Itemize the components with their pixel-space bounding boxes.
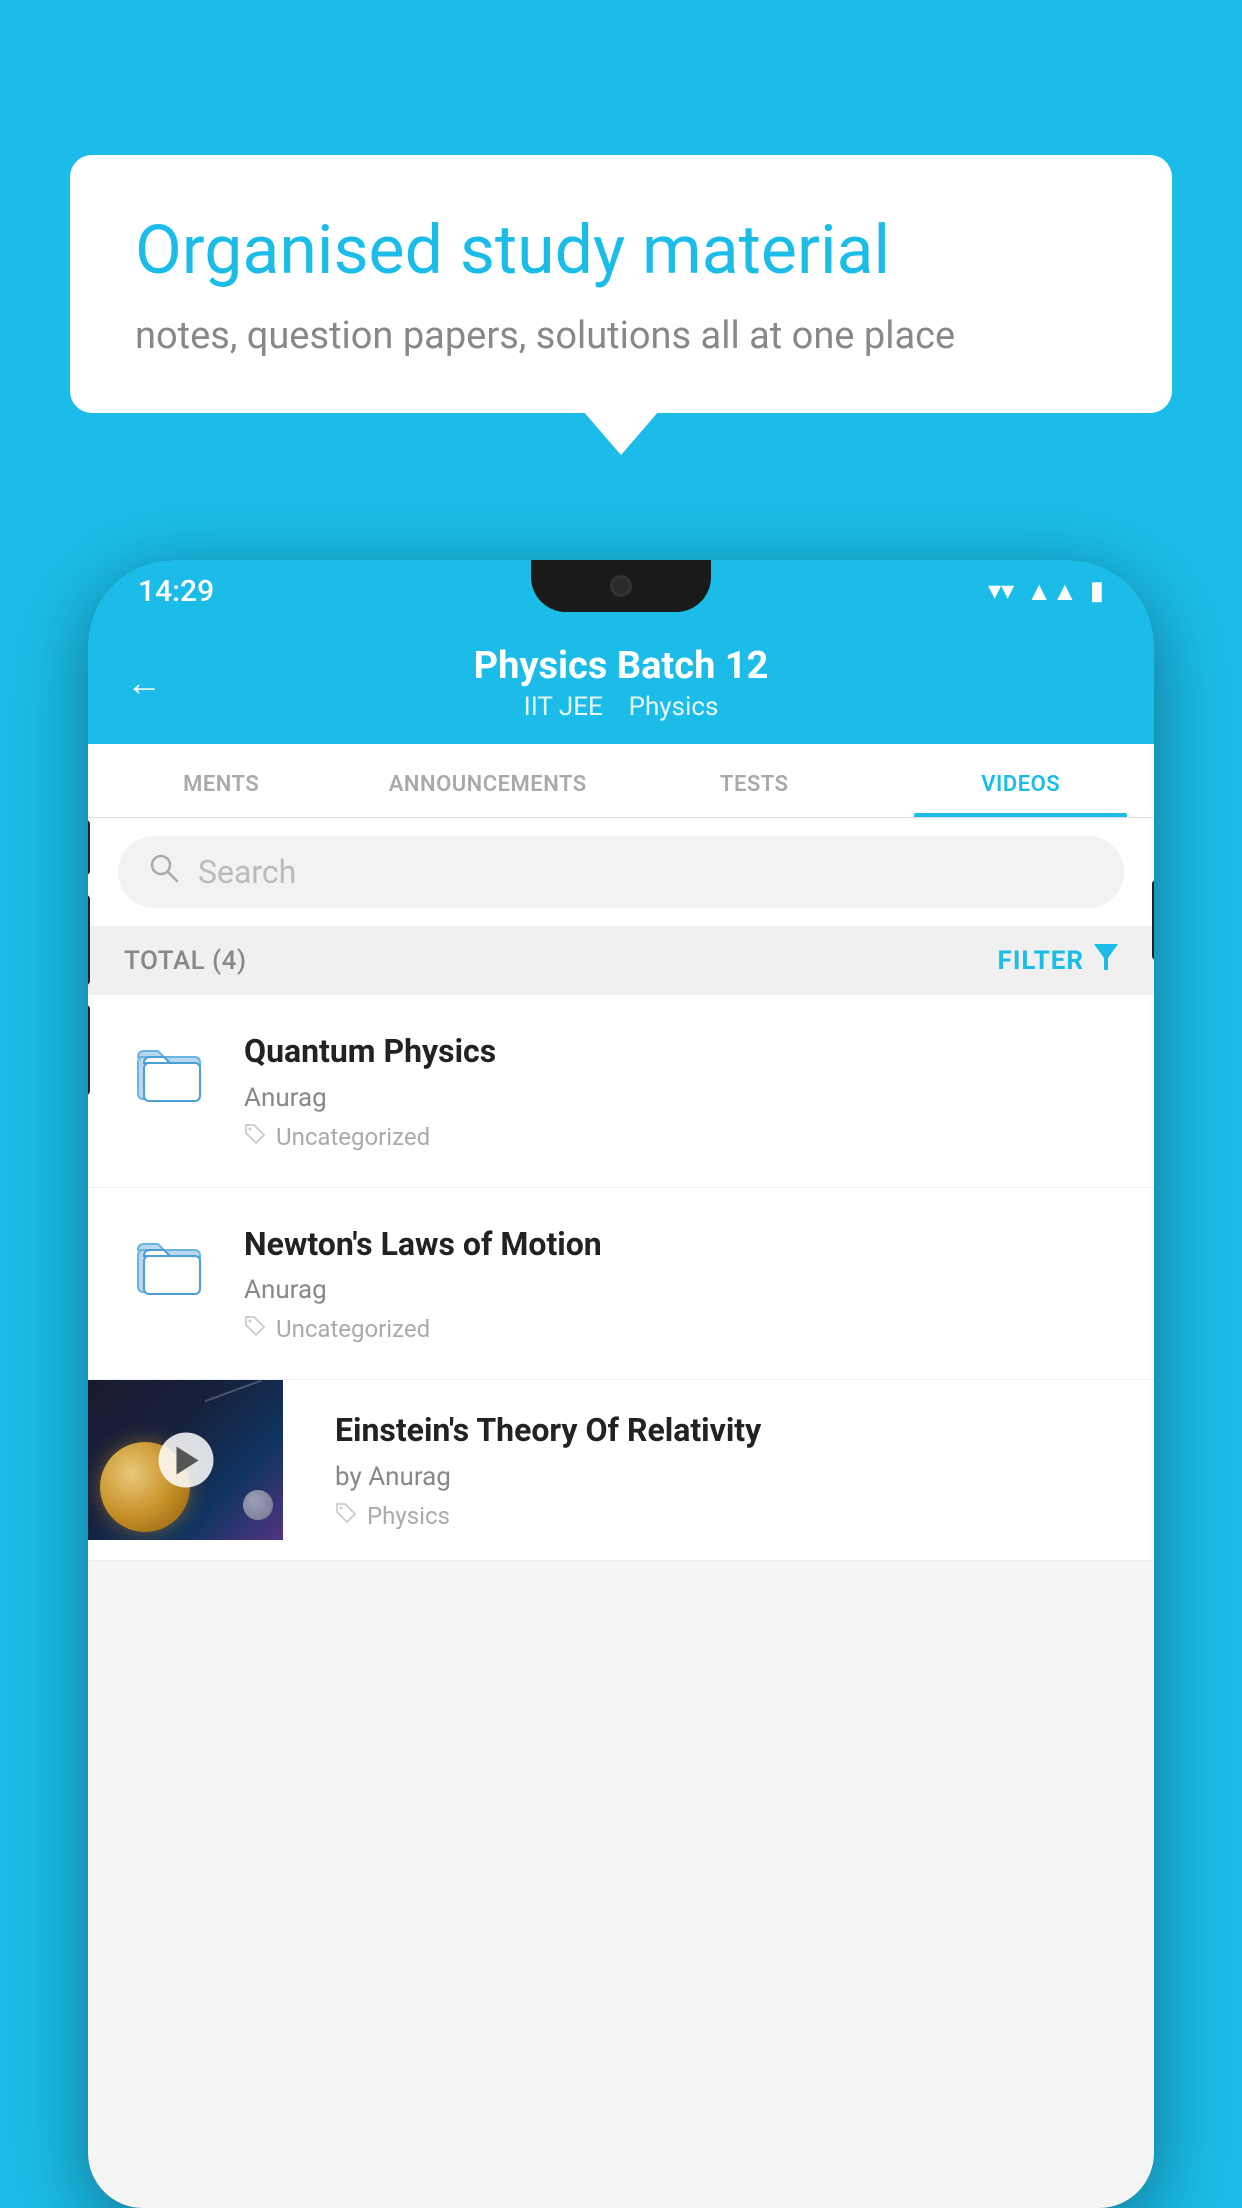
search-icon xyxy=(148,852,180,892)
thumb-background xyxy=(88,1380,283,1540)
folder-icon-wrap xyxy=(124,1031,214,1105)
play-triangle-icon xyxy=(177,1446,199,1474)
silent-button[interactable] xyxy=(88,1005,90,1095)
tab-tests[interactable]: TESTS xyxy=(621,744,888,817)
front-camera xyxy=(610,575,632,597)
video-info: Newton's Laws of Motion Anurag Uncategor… xyxy=(244,1224,1118,1344)
tag-icon xyxy=(244,1123,266,1151)
search-bar[interactable]: Search xyxy=(118,836,1124,908)
video-tag-text: Physics xyxy=(367,1502,450,1530)
video-tag: Uncategorized xyxy=(244,1123,1118,1151)
video-thumbnail xyxy=(88,1380,283,1540)
power-button[interactable] xyxy=(1152,880,1154,960)
tag-icon xyxy=(335,1502,357,1530)
video-info: Quantum Physics Anurag Uncategorized xyxy=(244,1031,1118,1151)
total-label: TOTAL (4) xyxy=(124,946,247,976)
tag-icon xyxy=(244,1315,266,1343)
video-info: Einstein's Theory Of Relativity by Anura… xyxy=(313,1380,1154,1560)
header-subtitle: IIT JEE Physics xyxy=(128,692,1114,722)
status-time: 14:29 xyxy=(138,574,214,609)
folder-icon-wrap xyxy=(124,1224,214,1298)
video-tag-text: Uncategorized xyxy=(276,1315,430,1343)
video-tag-text: Uncategorized xyxy=(276,1123,430,1151)
video-author: Anurag xyxy=(244,1275,1118,1305)
video-tag: Uncategorized xyxy=(244,1315,1118,1343)
bubble-subtitle: notes, question papers, solutions all at… xyxy=(135,314,1107,358)
video-tag: Physics xyxy=(335,1502,1134,1530)
video-author: by Anurag xyxy=(335,1462,1134,1492)
folder-icon xyxy=(134,1037,204,1105)
video-title: Quantum Physics xyxy=(244,1031,1118,1073)
header-tag-iitjee: IIT JEE xyxy=(524,692,603,722)
bubble-title: Organised study material xyxy=(135,210,1107,292)
search-placeholder: Search xyxy=(198,853,296,891)
header-tag-physics: Physics xyxy=(629,692,719,722)
wifi-icon: ▾▾ xyxy=(988,576,1014,606)
signal-icon: ▲▲ xyxy=(1026,576,1077,607)
tab-videos[interactable]: VIDEOS xyxy=(888,744,1155,817)
speech-bubble: Organised study material notes, question… xyxy=(70,155,1172,413)
video-author: Anurag xyxy=(244,1083,1118,1113)
list-item[interactable]: Newton's Laws of Motion Anurag Uncategor… xyxy=(88,1188,1154,1381)
filter-funnel-icon xyxy=(1094,944,1118,977)
volume-down-button[interactable] xyxy=(88,895,90,985)
filter-button[interactable]: FILTER xyxy=(998,944,1118,977)
app-header: ← Physics Batch 12 IIT JEE Physics xyxy=(88,622,1154,744)
filter-bar: TOTAL (4) FILTER xyxy=(88,926,1154,995)
header-title: Physics Batch 12 xyxy=(128,644,1114,688)
battery-icon: ▮ xyxy=(1090,576,1104,606)
tab-ments[interactable]: MENTS xyxy=(88,744,355,817)
back-button[interactable]: ← xyxy=(126,662,162,704)
video-title: Einstein's Theory Of Relativity xyxy=(335,1410,1134,1452)
search-bar-wrap: Search xyxy=(88,818,1154,926)
list-item[interactable]: Einstein's Theory Of Relativity by Anura… xyxy=(88,1380,1154,1561)
tabs-bar: MENTS ANNOUNCEMENTS TESTS VIDEOS xyxy=(88,744,1154,818)
status-icons: ▾▾ ▲▲ ▮ xyxy=(988,576,1104,607)
video-title: Newton's Laws of Motion xyxy=(244,1224,1118,1266)
phone-screen: Search TOTAL (4) FILTER xyxy=(88,818,1154,2208)
play-button[interactable] xyxy=(158,1433,213,1488)
volume-up-button[interactable] xyxy=(88,820,90,875)
video-list: Quantum Physics Anurag Uncategorized xyxy=(88,995,1154,1561)
filter-label: FILTER xyxy=(998,946,1084,976)
tab-announcements[interactable]: ANNOUNCEMENTS xyxy=(355,744,622,817)
phone-notch xyxy=(531,560,711,612)
phone-frame: 14:29 ▾▾ ▲▲ ▮ ← Physics Batch 12 IIT JEE… xyxy=(88,560,1154,2208)
folder-icon xyxy=(134,1230,204,1298)
list-item[interactable]: Quantum Physics Anurag Uncategorized xyxy=(88,995,1154,1188)
